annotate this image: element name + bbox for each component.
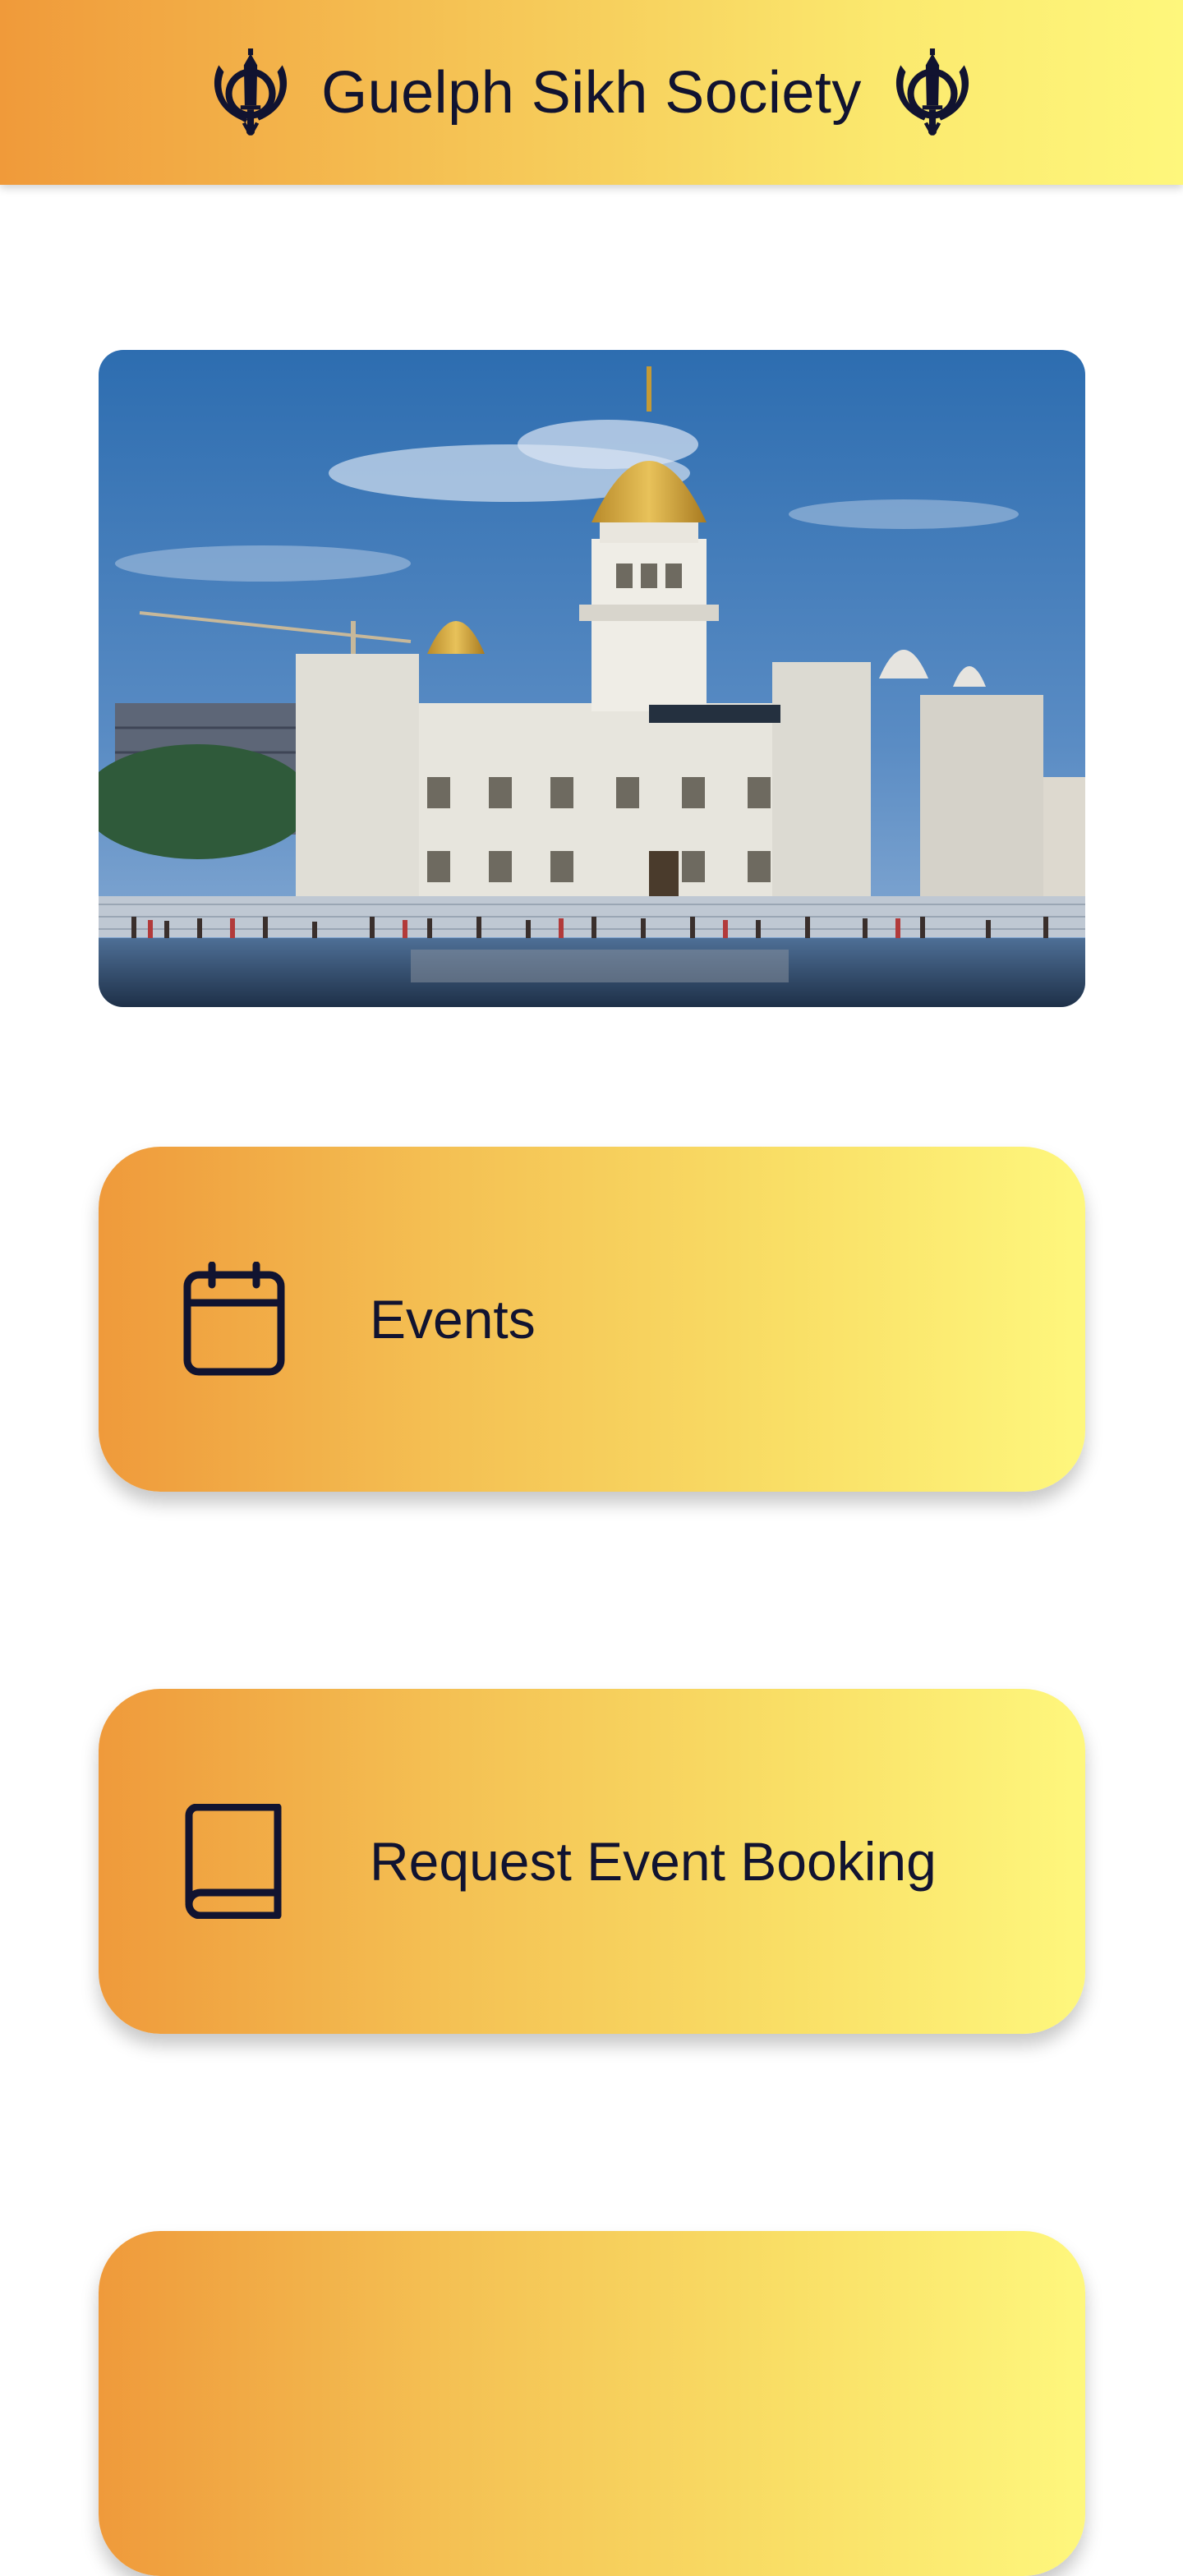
gurdwara-photo — [99, 350, 1085, 1007]
book-icon — [181, 1804, 288, 1919]
events-button[interactable]: Events — [99, 1147, 1085, 1492]
app-header: Guelph Sikh Society — [0, 0, 1183, 185]
menu-card[interactable] — [99, 2231, 1085, 2576]
khanda-icon — [890, 47, 975, 139]
request-event-booking-button[interactable]: Request Event Booking — [99, 1689, 1085, 2034]
calendar-icon — [181, 1262, 288, 1377]
app-title: Guelph Sikh Society — [321, 59, 862, 126]
khanda-icon — [208, 47, 293, 139]
request-event-booking-label: Request Event Booking — [370, 1831, 937, 1892]
events-label: Events — [370, 1289, 536, 1350]
